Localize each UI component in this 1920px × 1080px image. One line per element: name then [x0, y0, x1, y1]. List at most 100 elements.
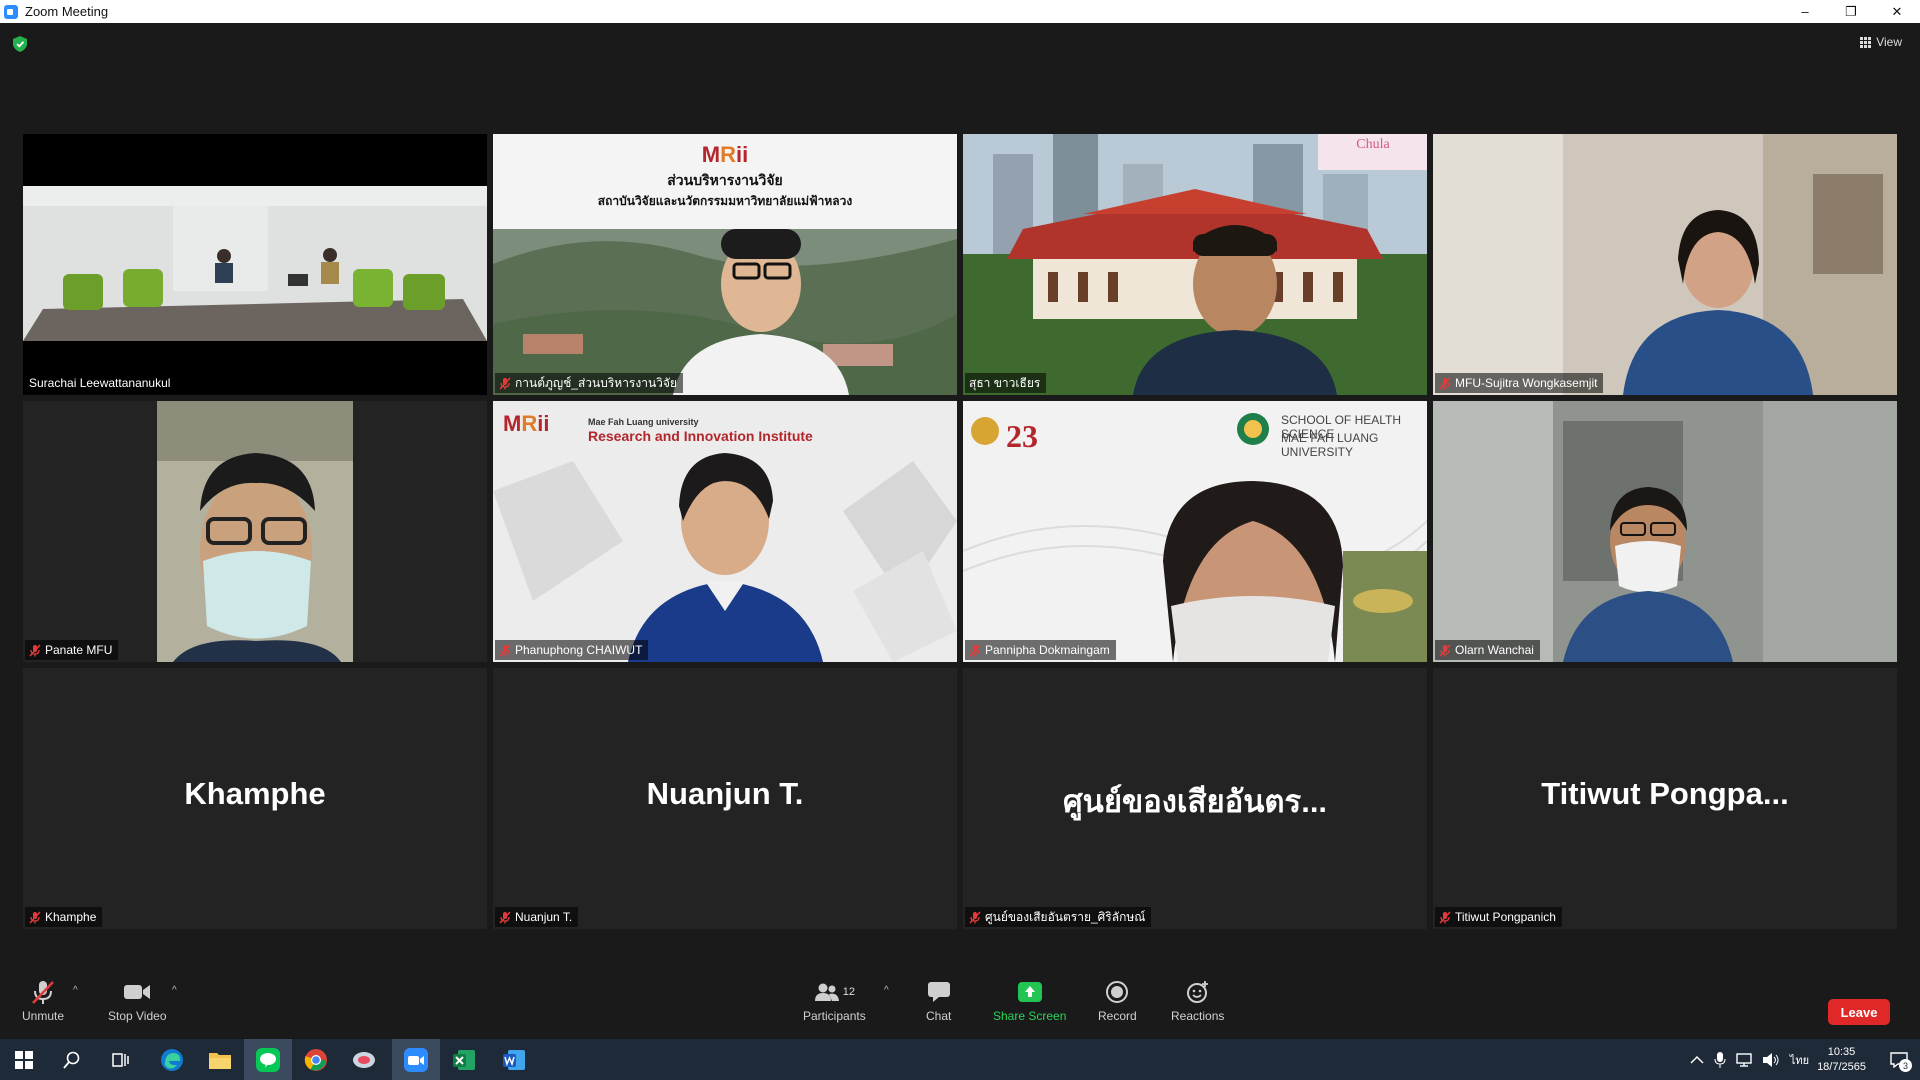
taskbar-chrome[interactable]: [292, 1039, 340, 1080]
volume-icon[interactable]: [1762, 1052, 1780, 1067]
system-tray: ไทย 10:35 18/7/2565 3: [1690, 1039, 1920, 1080]
chula-logo-text: Chula: [1356, 137, 1390, 152]
video-feed: Chula: [963, 134, 1427, 395]
video-tile[interactable]: MRii Mae Fah Luang university Research a…: [493, 401, 957, 662]
taskbar-excel[interactable]: [440, 1039, 488, 1080]
video-tile-camera-off[interactable]: Titiwut Pongpa... Titiwut Pongpanich: [1433, 668, 1897, 929]
unmute-button[interactable]: Unmute: [22, 977, 64, 1023]
video-tile[interactable]: MRii ส่วนบริหารงานวิจัย สถาบันวิจัยและนว…: [493, 134, 957, 395]
taskbar-zoom[interactable]: [392, 1039, 440, 1080]
participant-name: Olarn Wanchai: [1455, 643, 1534, 657]
participants-button[interactable]: 12 Participants: [803, 977, 866, 1023]
chat-bubble-icon: [927, 982, 950, 1002]
video-tile[interactable]: Surachai Leewattananukul: [23, 134, 487, 395]
stop-video-label: Stop Video: [108, 1009, 167, 1023]
clock-date: 18/7/2565: [1817, 1060, 1866, 1073]
meeting-toolbar: Unmute ^ Stop Video ^ 12 Participants ^ …: [0, 971, 1920, 1039]
zoom-window: Zoom Meeting – ❐ ✕ View Surachai Leewatt…: [0, 0, 1920, 1080]
svg-text:MRii: MRii: [702, 142, 748, 167]
view-button[interactable]: View: [1860, 35, 1902, 49]
taskbar-search-button[interactable]: [48, 1039, 96, 1080]
participant-name: กานต์ภูญช์_ส่วนบริหารงานวิจัย: [515, 375, 677, 390]
record-label: Record: [1098, 1009, 1137, 1023]
participant-name: Titiwut Pongpanich: [1455, 910, 1556, 924]
task-view-icon: [112, 1052, 129, 1067]
start-button[interactable]: [0, 1039, 48, 1080]
input-language-indicator[interactable]: ไทย: [1790, 1051, 1809, 1069]
participant-name: Nuanjun T.: [515, 910, 573, 924]
record-button[interactable]: Record: [1098, 977, 1137, 1023]
microphone-tray-icon[interactable]: [1714, 1051, 1726, 1068]
smiley-plus-icon: [1186, 981, 1208, 1003]
participant-name: MFU-Sujitra Wongkasemjit: [1455, 376, 1598, 390]
virtual-background-line2: MAE FAH LUANG UNIVERSITY: [1281, 431, 1379, 459]
taskbar-line[interactable]: [244, 1039, 292, 1080]
video-tile[interactable]: Olarn Wanchai: [1433, 401, 1897, 662]
video-feed: [23, 134, 487, 395]
excel-icon: [453, 1049, 475, 1070]
video-tile-active-speaker[interactable]: Chula สุธา ขาวเธียร: [963, 134, 1427, 395]
video-tile[interactable]: Panate MFU: [23, 401, 487, 662]
video-tile-camera-off[interactable]: ศูนย์ของเสียอันตร... ศูนย์ของเสียอันตราย…: [963, 668, 1427, 929]
leave-button[interactable]: Leave: [1828, 999, 1890, 1025]
taskbar-browser[interactable]: [340, 1039, 388, 1080]
encryption-shield-icon[interactable]: [13, 36, 27, 52]
notification-count-badge: 3: [1899, 1059, 1912, 1072]
participant-name: Surachai Leewattananukul: [29, 376, 171, 390]
participant-name-tag: กานต์ภูญช์_ส่วนบริหารงานวิจัย: [495, 373, 683, 393]
muted-mic-icon: [969, 910, 981, 924]
video-camera-icon: [124, 985, 151, 999]
share-screen-arrow-icon: [1017, 982, 1042, 1002]
chat-button[interactable]: Chat: [926, 977, 951, 1023]
restore-button[interactable]: ❐: [1828, 0, 1874, 23]
video-options-caret-icon[interactable]: ^: [172, 985, 177, 996]
virtual-background-subtitle: สถาบันวิจัยและนวัตกรรมมหาวิทยาลัยแม่ฟ้าห…: [597, 194, 853, 208]
svg-text:MRii: MRii: [503, 411, 549, 436]
participant-name-tag: Panate MFU: [25, 640, 119, 660]
participant-display-name: ศูนย์ของเสียอันตร...: [1062, 784, 1328, 819]
show-hidden-icons-chevron-icon[interactable]: [1690, 1055, 1704, 1065]
share-screen-button[interactable]: Share Screen: [993, 977, 1066, 1023]
search-icon: [63, 1051, 80, 1069]
participant-name-tag: Titiwut Pongpanich: [1435, 907, 1562, 927]
taskbar-edge[interactable]: [148, 1039, 196, 1080]
stop-video-button[interactable]: Stop Video: [108, 977, 167, 1023]
close-button[interactable]: ✕: [1874, 0, 1920, 23]
participant-name-tag: Nuanjun T.: [495, 907, 579, 927]
taskbar-word[interactable]: [490, 1039, 538, 1080]
video-tile-camera-off[interactable]: Khamphe Khamphe: [23, 668, 487, 929]
line-app-icon: [256, 1047, 280, 1072]
video-tile[interactable]: 23 SCHOOL OF HEALTH SCIENCE MAE FAH LUAN…: [963, 401, 1427, 662]
edge-browser-icon: [161, 1048, 183, 1071]
participant-name-tag: Pannipha Dokmaingam: [965, 640, 1116, 660]
participant-name: Pannipha Dokmaingam: [985, 643, 1110, 657]
chrome-browser-icon: [304, 1048, 327, 1071]
minimize-button[interactable]: –: [1782, 0, 1828, 23]
participant-name-tag: Khamphe: [25, 907, 103, 927]
video-tile[interactable]: MFU-Sujitra Wongkasemjit: [1433, 134, 1897, 395]
taskbar-file-explorer[interactable]: [196, 1039, 244, 1080]
word-icon: [503, 1049, 525, 1070]
window-title: Zoom Meeting: [25, 4, 109, 19]
window-controls: – ❐ ✕: [1782, 0, 1920, 23]
task-view-button[interactable]: [96, 1039, 144, 1080]
participant-name-tag: Olarn Wanchai: [1435, 640, 1540, 660]
muted-mic-icon: [29, 910, 41, 924]
action-center-button[interactable]: 3: [1884, 1039, 1914, 1080]
taskbar-clock[interactable]: 10:35 18/7/2565: [1817, 1045, 1866, 1075]
windows-logo-icon: [15, 1050, 33, 1069]
participant-name: Panate MFU: [45, 643, 113, 657]
muted-mic-icon: [1439, 910, 1451, 924]
participant-name-tag: Surachai Leewattananukul: [25, 373, 177, 393]
muted-mic-icon: [1439, 376, 1451, 390]
muted-mic-icon: [499, 643, 511, 657]
audio-options-caret-icon[interactable]: ^: [73, 985, 78, 996]
network-icon[interactable]: [1736, 1052, 1754, 1067]
participant-display-name: Titiwut Pongpa...: [1541, 776, 1789, 811]
participant-name-tag: MFU-Sujitra Wongkasemjit: [1435, 373, 1604, 393]
video-tile-camera-off[interactable]: Nuanjun T. Nuanjun T.: [493, 668, 957, 929]
view-label: View: [1876, 35, 1902, 49]
reactions-button[interactable]: Reactions: [1171, 977, 1224, 1023]
participants-options-caret-icon[interactable]: ^: [884, 985, 889, 996]
participant-name-tag: สุธา ขาวเธียร: [965, 373, 1047, 393]
